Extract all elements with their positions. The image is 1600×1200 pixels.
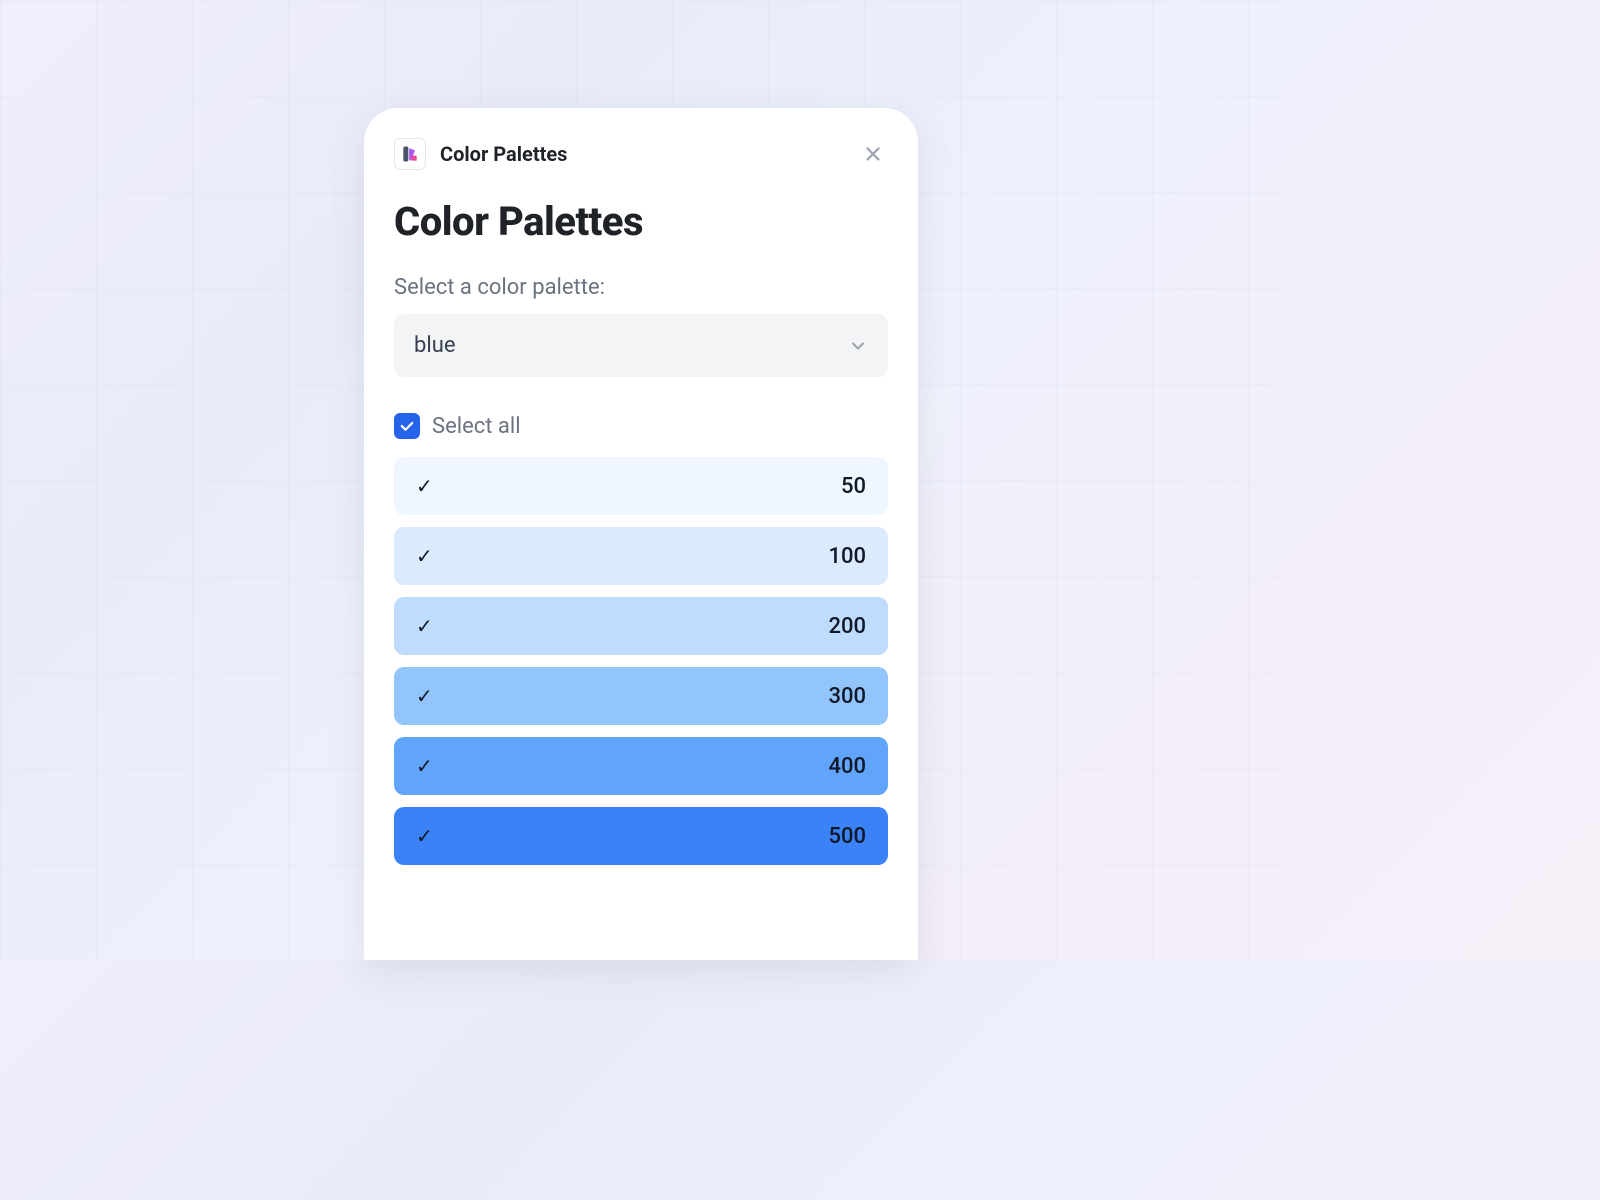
- app-icon: [394, 138, 426, 170]
- check-icon: ✓: [416, 544, 433, 568]
- close-button[interactable]: [858, 139, 888, 169]
- check-icon: ✓: [416, 684, 433, 708]
- select-all-row: Select all: [394, 413, 888, 439]
- panel-header-left: Color Palettes: [394, 138, 567, 170]
- check-icon: ✓: [416, 474, 433, 498]
- swatch-label: 200: [828, 614, 866, 639]
- palette-icon: [400, 144, 420, 164]
- panel-header: Color Palettes: [394, 138, 888, 170]
- check-icon: ✓: [416, 824, 433, 848]
- select-palette-label: Select a color palette:: [394, 275, 888, 300]
- swatch-400[interactable]: ✓ 400: [394, 737, 888, 795]
- swatch-label: 400: [828, 754, 866, 779]
- swatch-100[interactable]: ✓ 100: [394, 527, 888, 585]
- check-icon: [398, 417, 416, 435]
- select-all-checkbox[interactable]: [394, 413, 420, 439]
- swatch-label: 500: [828, 824, 866, 849]
- chevron-down-icon: [848, 336, 868, 356]
- select-all-label: Select all: [432, 414, 521, 439]
- swatch-label: 300: [828, 684, 866, 709]
- page-title: Color Palettes: [394, 198, 888, 245]
- palette-select-value: blue: [414, 333, 456, 358]
- close-icon: [862, 143, 884, 165]
- tab-title: Color Palettes: [440, 142, 567, 166]
- swatch-500[interactable]: ✓ 500: [394, 807, 888, 865]
- swatch-200[interactable]: ✓ 200: [394, 597, 888, 655]
- palette-select[interactable]: blue: [394, 314, 888, 377]
- swatch-list: ✓ 50 ✓ 100 ✓ 200 ✓ 300 ✓ 400 ✓ 500: [394, 457, 888, 865]
- check-icon: ✓: [416, 614, 433, 638]
- swatch-300[interactable]: ✓ 300: [394, 667, 888, 725]
- swatch-50[interactable]: ✓ 50: [394, 457, 888, 515]
- check-icon: ✓: [416, 754, 433, 778]
- swatch-label: 100: [828, 544, 866, 569]
- color-palettes-panel: Color Palettes Color Palettes Select a c…: [364, 108, 918, 960]
- swatch-label: 50: [841, 474, 866, 499]
